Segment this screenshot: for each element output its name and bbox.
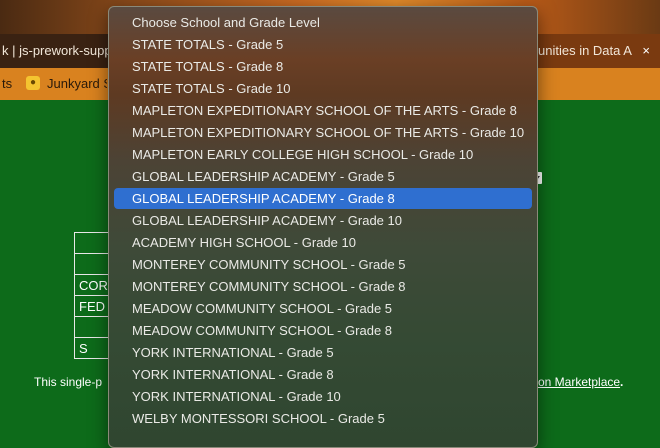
dropdown-option[interactable]: MONTEREY COMMUNITY SCHOOL - Grade 5 [114,254,532,275]
table-cell-left: COR [74,274,113,296]
dropdown-option[interactable]: MEADOW COMMUNITY SCHOOL - Grade 5 [114,298,532,319]
dropdown-option[interactable]: GLOBAL LEADERSHIP ACADEMY - Grade 8 [114,188,532,209]
tab-title: unities in Data A [538,43,632,58]
dropdown-option[interactable]: STATE TOTALS - Grade 5 [114,34,532,55]
footer-period: . [620,375,624,389]
dropdown-option[interactable]: STATE TOTALS - Grade 10 [114,78,532,99]
close-tab-icon[interactable]: × [642,34,650,68]
footer-text: This single-p [34,375,103,389]
dropdown-option[interactable]: STATE TOTALS - Grade 8 [114,56,532,77]
dropdown-option[interactable]: GLOBAL LEADERSHIP ACADEMY - Grade 5 [114,166,532,187]
dropdown-option[interactable]: YORK INTERNATIONAL - Grade 8 [114,364,532,385]
table-cell-left: FED [74,295,113,317]
tab-opportunities[interactable]: unities in Data A × [536,34,660,68]
dropdown-option[interactable]: MAPLETON EARLY COLLEGE HIGH SCHOOL - Gra… [114,144,532,165]
table-cell-left [74,253,113,275]
dropdown-option[interactable]: MAPLETON EXPEDITIONARY SCHOOL OF THE ART… [114,100,532,121]
table-cell-left [74,316,113,338]
dropdown-option[interactable]: WELBY MONTESSORI SCHOOL - Grade 5 [114,408,532,429]
school-grade-dropdown[interactable]: Choose School and Grade Level STATE TOTAL… [108,6,538,448]
dropdown-option[interactable]: YORK INTERNATIONAL - Grade 5 [114,342,532,363]
dropdown-option[interactable]: MONTEREY COMMUNITY SCHOOL - Grade 8 [114,276,532,297]
bookmark-junkyard[interactable]: Junkyard S [47,68,107,100]
tab-js-prework[interactable]: k | js-prework-supp [0,34,112,68]
marketplace-link[interactable]: on Marketplace [538,375,620,389]
dropdown-option[interactable]: YORK INTERNATIONAL - Grade 10 [114,386,532,407]
table-cell-left [74,232,113,254]
dropdown-option[interactable]: GLOBAL LEADERSHIP ACADEMY - Grade 10 [114,210,532,231]
bookmark-favicon-icon: ● [26,76,40,90]
dropdown-option[interactable]: MEADOW COMMUNITY SCHOOL - Grade 8 [114,320,532,341]
table-cell-left: S [74,337,113,359]
dropdown-option[interactable]: MAPLETON EXPEDITIONARY SCHOOL OF THE ART… [114,122,532,143]
dropdown-option[interactable]: ACADEMY HIGH SCHOOL - Grade 10 [114,232,532,253]
bookmark-overflow[interactable]: ts [2,68,12,100]
dropdown-option[interactable]: Choose School and Grade Level [114,12,532,33]
footer-link-wrap: on Marketplace. [538,375,623,389]
